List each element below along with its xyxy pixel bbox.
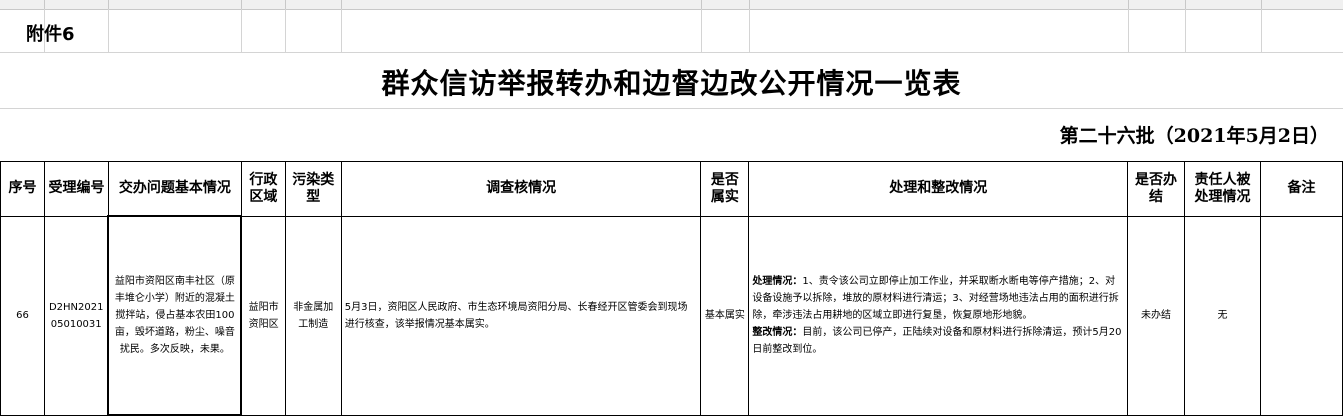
page-title: 群众信访举报转办和边督边改公开情况一览表 [381, 67, 962, 100]
table-row: 66 D2HN2021 05010031 益阳市资阳区南丰社区（原丰堆仑小学）附… [0, 215, 1343, 416]
cell-investigation[interactable]: 5月3日，资阳区人民政府、市生态环境局资阳分局、长春经开区管委会到现场进行核查，… [340, 215, 702, 416]
batch-date: 第二十六批（2021年5月2日） [1059, 125, 1329, 147]
report-table: 序号 受理编号 交办问题基本情况 行政区域 污染类型 调查核情况 是否属实 处理… [0, 161, 1343, 416]
col-header-verified: 是否属实 [700, 161, 750, 217]
col-header-region: 行政区域 [240, 161, 286, 217]
col-header-id: 受理编号 [43, 161, 109, 217]
col-header-remark: 备注 [1259, 161, 1343, 217]
cell-verified[interactable]: 基本属实 [700, 215, 750, 416]
table-header-row: 序号 受理编号 交办问题基本情况 行政区域 污染类型 调查核情况 是否属实 处理… [0, 161, 1343, 217]
cell-handling[interactable]: 处理情况：1、责令该公司立即停止加工作业，并采取断水断电等停产措施；2、对设备设… [748, 215, 1129, 416]
cell-id-line2: 05010031 [50, 318, 102, 330]
cell-seq[interactable]: 66 [0, 215, 45, 416]
attachment-label: 附件6 [26, 24, 75, 45]
rectify-label: 整改情况： [752, 327, 803, 338]
col-header-seq: 序号 [0, 161, 45, 217]
col-header-pollution: 污染类型 [284, 161, 342, 217]
cell-remark[interactable] [1259, 215, 1343, 416]
spreadsheet-column-header [0, 0, 1343, 10]
cell-responsible[interactable]: 无 [1184, 215, 1261, 416]
cell-id[interactable]: D2HN2021 05010031 [43, 215, 109, 416]
handling-text: 1、责令该公司立即停止加工作业，并采取断水断电等停产措施；2、对设备设施予以拆除… [752, 276, 1119, 321]
col-header-issue: 交办问题基本情况 [107, 161, 242, 217]
col-header-responsible: 责任人被处理情况 [1184, 161, 1261, 217]
cell-id-line1: D2HN2021 [48, 301, 104, 313]
col-header-handling: 处理和整改情况 [748, 161, 1129, 217]
handling-label: 处理情况： [752, 276, 803, 287]
cell-issue[interactable]: 益阳市资阳区南丰社区（原丰堆仑小学）附近的混凝土搅拌站，侵占基本农田100亩，毁… [107, 215, 243, 416]
col-header-completed: 是否办结 [1127, 161, 1186, 217]
cell-region[interactable]: 益阳市资阳区 [240, 215, 286, 416]
rectify-text: 目前，该公司已停产，正陆续对设备和原材料进行拆除清运，预计5月20日前整改到位。 [752, 327, 1122, 355]
cell-completed[interactable]: 未办结 [1127, 215, 1186, 416]
col-header-investigation: 调查核情况 [340, 161, 702, 217]
cell-pollution[interactable]: 非金属加工制造 [284, 215, 342, 416]
